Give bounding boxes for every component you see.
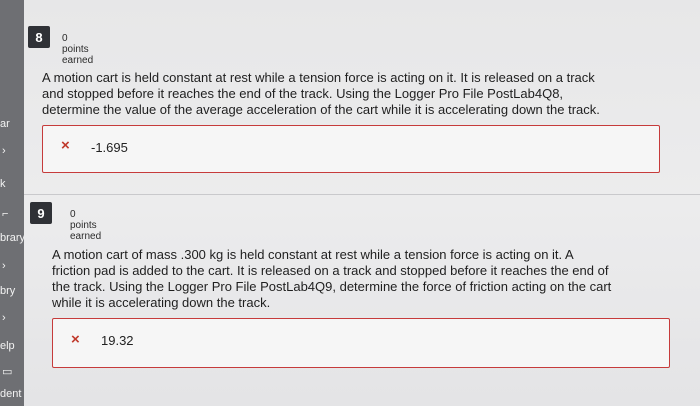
sidebar-item-help[interactable]: elp <box>0 340 15 352</box>
close-icon: × <box>61 137 70 154</box>
bracket-icon: ⌐ <box>2 208 9 220</box>
sidebar: ar › k ⌐ brary › bry › elp ▭ dent <box>0 0 25 406</box>
answer-box[interactable]: × 19.32 <box>52 318 670 368</box>
answer-value: 19.32 <box>101 333 134 348</box>
sidebar-item-student[interactable]: dent <box>0 388 21 400</box>
chevron-right-icon[interactable]: › <box>2 260 6 272</box>
chevron-right-icon[interactable]: › <box>2 145 6 157</box>
question-text-line: while it is accelerating down the track. <box>52 295 271 310</box>
question-text-line: A motion cart is held constant at rest w… <box>42 70 595 85</box>
question-number-badge: 8 <box>28 26 50 48</box>
sidebar-item-k[interactable]: k <box>0 178 6 190</box>
points-earned: 0 points earned <box>62 33 94 66</box>
question-text-line: determine the value of the average accel… <box>42 102 600 117</box>
answer-box[interactable]: × -1.695 <box>42 125 660 173</box>
sidebar-item-calendar[interactable]: ar <box>0 118 10 130</box>
answer-value: -1.695 <box>91 140 128 155</box>
question-text-line: friction pad is added to the cart. It is… <box>52 263 609 278</box>
question-text: A motion cart is held constant at rest w… <box>42 70 662 118</box>
divider <box>24 194 700 195</box>
question-number-badge: 9 <box>30 202 52 224</box>
close-icon: × <box>71 331 80 348</box>
question-text-line: A motion cart of mass .300 kg is held co… <box>52 247 574 262</box>
question-text-line: and stopped before it reaches the end of… <box>42 86 564 101</box>
question-text-line: the track. Using the Logger Pro File Pos… <box>52 279 612 294</box>
chevron-right-icon[interactable]: › <box>2 312 6 324</box>
sidebar-item-library[interactable]: brary <box>0 232 25 244</box>
question-text: A motion cart of mass .300 kg is held co… <box>52 247 672 311</box>
document-icon[interactable]: ▭ <box>2 365 12 378</box>
points-earned: 0 points earned <box>70 209 102 242</box>
quiz-content: 8 0 points earned A motion cart is held … <box>24 0 700 406</box>
sidebar-item-history[interactable]: bry <box>0 285 15 297</box>
